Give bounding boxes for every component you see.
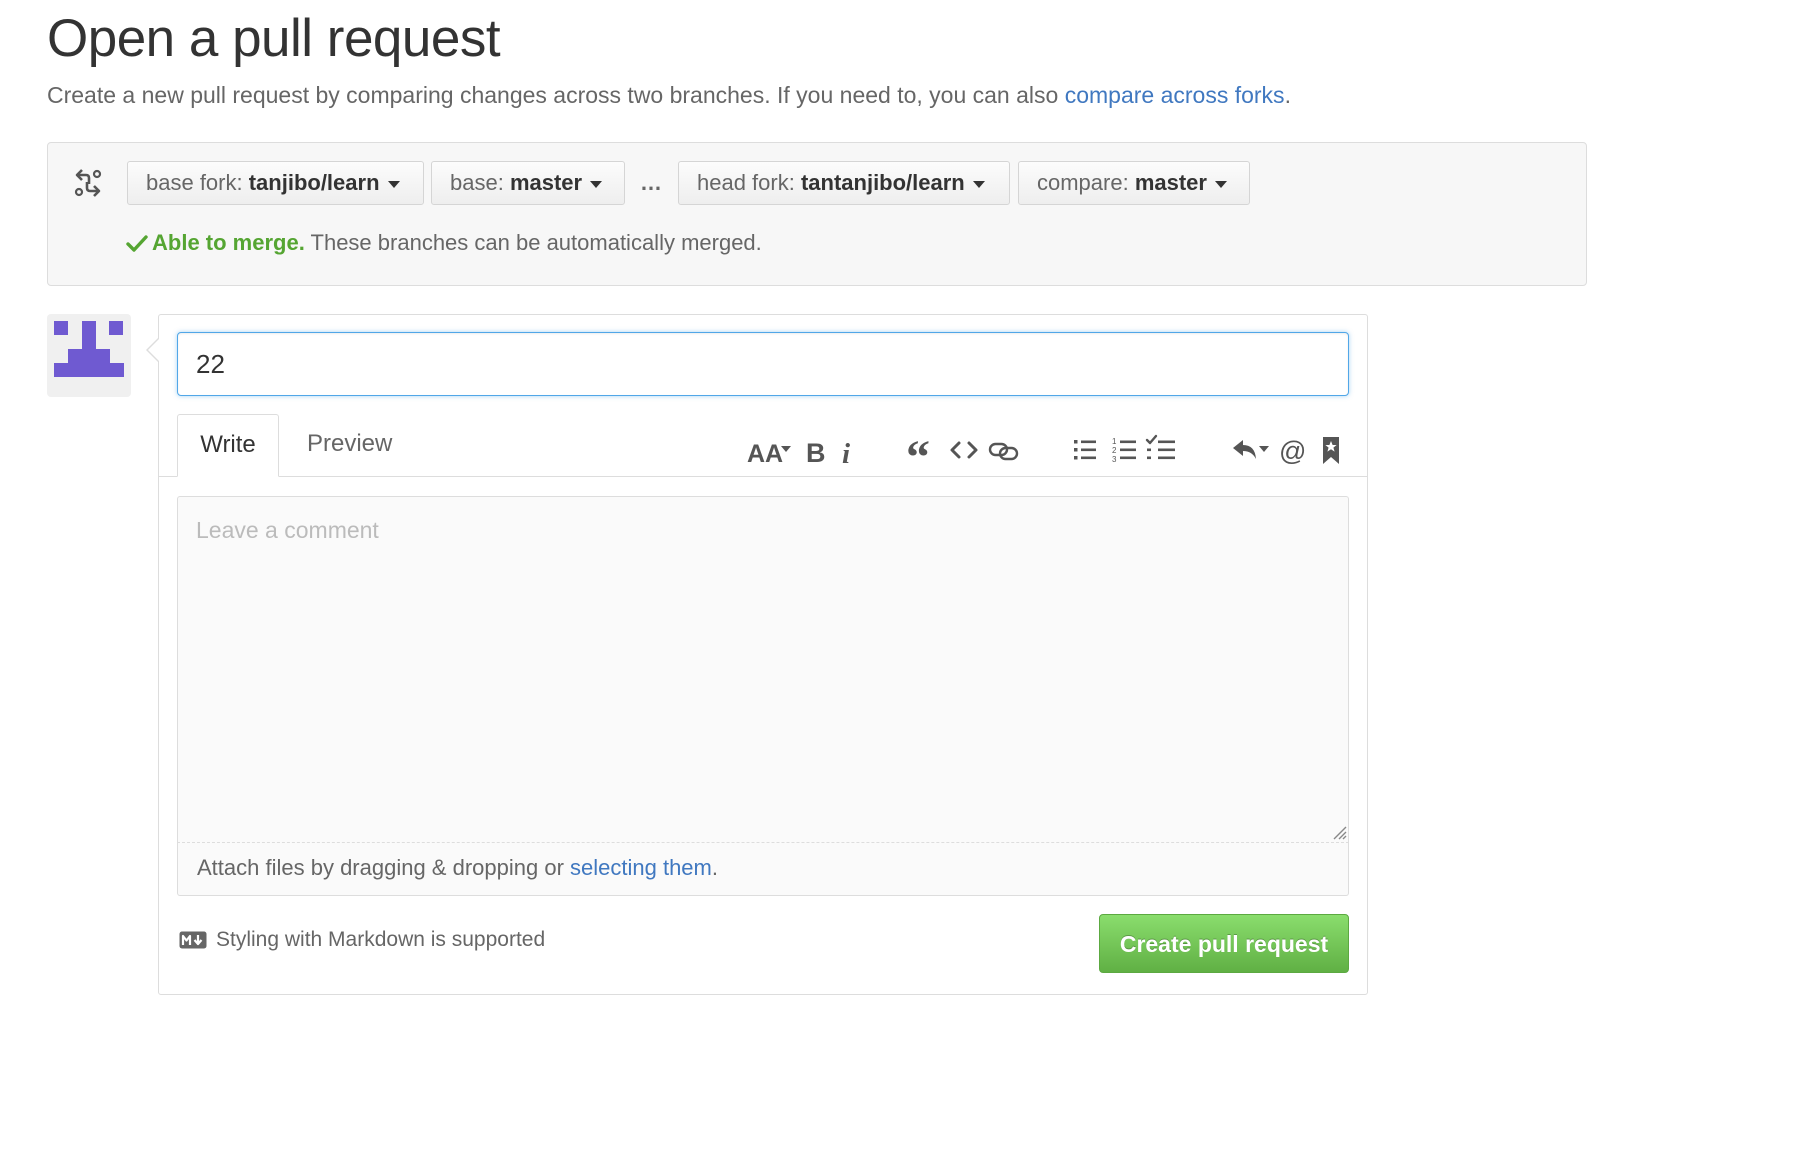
text-size-glyph: AA <box>747 440 783 467</box>
file-attach-bar[interactable]: Attach files by dragging & dropping or s… <box>177 842 1349 896</box>
attach-text: Attach files by dragging & dropping or <box>197 855 571 880</box>
base-fork-value: tanjibo/learn <box>248 170 380 195</box>
mention-glyph: @ <box>1279 436 1306 466</box>
numbered-list-icon[interactable]: 123 <box>1109 430 1139 470</box>
tab-preview[interactable]: Preview <box>307 414 392 477</box>
subtitle-text: Create a new pull request by comparing c… <box>47 82 1065 108</box>
merge-status-title: Able to merge. <box>152 230 305 255</box>
chevron-down-icon <box>972 180 985 188</box>
page-title: Open a pull request <box>47 9 501 68</box>
head-fork-select[interactable]: head fork: tantanjibo/learn <box>678 161 1010 205</box>
page-subtitle: Create a new pull request by comparing c… <box>47 82 1291 109</box>
compare-branch-label: compare: <box>1037 170 1135 195</box>
bold-glyph: B <box>806 438 826 467</box>
pr-title-input[interactable] <box>177 332 1349 396</box>
chevron-down-icon <box>387 180 400 188</box>
chevron-down-icon <box>590 180 603 188</box>
bulleted-list-icon[interactable] <box>1071 430 1099 470</box>
form-pointer-fill <box>148 339 159 361</box>
italic-glyph: i <box>842 438 850 467</box>
avatar[interactable] <box>47 314 131 397</box>
quote-icon[interactable]: “ <box>905 430 937 470</box>
markdown-icon <box>179 931 207 949</box>
base-branch-label: base: <box>450 170 510 195</box>
subtitle-end: . <box>1284 82 1291 108</box>
base-branch-value: master <box>509 170 583 195</box>
create-pull-request-button[interactable]: Create pull request <box>1099 914 1349 973</box>
base-branch-select[interactable]: base: master <box>431 161 625 205</box>
code-icon[interactable] <box>949 430 979 470</box>
select-files-link[interactable]: selecting them <box>570 855 712 880</box>
check-icon <box>126 235 148 252</box>
task-list-icon[interactable] <box>1144 430 1178 470</box>
compare-branch-select[interactable]: compare: master <box>1018 161 1250 205</box>
svg-text:3: 3 <box>1112 455 1117 464</box>
bold-icon[interactable]: B <box>803 430 829 470</box>
base-fork-select[interactable]: base fork: tanjibo/learn <box>127 161 424 205</box>
bookmark-icon[interactable] <box>1318 430 1344 470</box>
text-size-icon[interactable]: AA <box>745 430 795 470</box>
svg-text:2: 2 <box>1112 446 1117 455</box>
mention-icon[interactable]: @ <box>1278 430 1308 470</box>
identicon-icon <box>54 321 124 377</box>
compare-branch-value: master <box>1134 170 1207 195</box>
chevron-down-icon <box>1214 180 1227 188</box>
git-compare-icon <box>74 169 102 197</box>
markdown-hint[interactable]: Styling with Markdown is supported <box>179 928 545 952</box>
head-fork-label: head fork: <box>697 170 801 195</box>
quote-glyph: “ <box>906 433 930 467</box>
resize-handle-icon[interactable] <box>1329 822 1347 840</box>
head-fork-value: tantanjibo/learn <box>800 170 965 195</box>
reply-icon[interactable] <box>1229 430 1273 470</box>
attach-end: . <box>711 855 718 880</box>
markdown-hint-text: Styling with Markdown is supported <box>216 928 546 951</box>
link-icon[interactable] <box>987 430 1021 470</box>
italic-icon[interactable]: i <box>838 430 858 470</box>
base-fork-label: base fork: <box>146 170 249 195</box>
merge-status: Able to merge. These branches can be aut… <box>126 230 762 256</box>
comment-textarea[interactable] <box>177 496 1349 842</box>
range-separator: … <box>640 170 662 195</box>
svg-text:1: 1 <box>1112 437 1117 446</box>
tab-write[interactable]: Write <box>177 414 279 477</box>
compare-across-forks-link[interactable]: compare across forks <box>1065 82 1285 108</box>
merge-status-text: These branches can be automatically merg… <box>304 230 762 255</box>
